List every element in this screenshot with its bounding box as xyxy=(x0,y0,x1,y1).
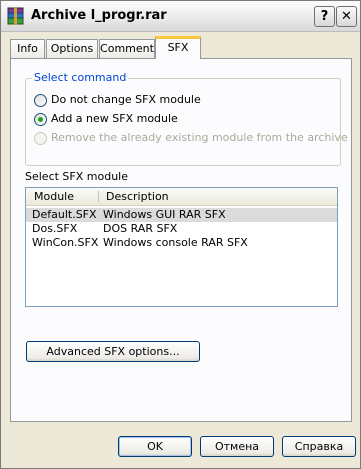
description-cell: Windows console RAR SFX xyxy=(103,236,248,249)
close-icon: ✕ xyxy=(341,9,352,24)
tab-comment[interactable]: Comment xyxy=(99,39,155,58)
tab-options[interactable]: Options xyxy=(46,39,98,58)
advanced-sfx-options-button[interactable]: Advanced SFX options... xyxy=(26,341,200,362)
select-sfx-module-label: Select SFX module xyxy=(25,170,128,183)
help-button[interactable]: Справка xyxy=(282,436,356,457)
column-header-module[interactable]: Module xyxy=(34,190,74,203)
radio-label: Do not change SFX module xyxy=(51,93,201,106)
radio-button-checked[interactable] xyxy=(34,113,47,126)
list-header: Module Description xyxy=(26,188,337,206)
tab-sfx[interactable]: SFX xyxy=(155,36,201,59)
tab-info[interactable]: Info xyxy=(10,39,45,58)
module-cell: Dos.SFX xyxy=(32,222,78,235)
window-title: Archive l_progr.rar xyxy=(31,8,167,23)
radio-button-disabled xyxy=(34,132,47,145)
ok-button[interactable]: OK xyxy=(118,436,192,457)
list-row[interactable]: Default.SFX Windows GUI RAR SFX xyxy=(26,208,337,222)
select-command-label: Select command xyxy=(32,71,129,84)
winrar-icon xyxy=(7,7,24,25)
sfx-tab-panel: Select command Do not change SFX module … xyxy=(10,58,352,422)
column-divider[interactable] xyxy=(98,191,99,202)
close-button[interactable]: ✕ xyxy=(336,6,357,27)
cancel-button[interactable]: Отмена xyxy=(200,436,274,457)
radio-label: Add a new SFX module xyxy=(51,112,178,125)
radio-button[interactable] xyxy=(34,94,47,107)
title-bar[interactable]: Archive l_progr.rar ? ✕ xyxy=(1,1,360,32)
module-cell: WinCon.SFX xyxy=(32,236,99,249)
sfx-module-list[interactable]: Module Description Default.SFX Windows G… xyxy=(25,187,338,307)
description-cell: DOS RAR SFX xyxy=(103,222,178,235)
description-cell: Windows GUI RAR SFX xyxy=(103,208,226,221)
archive-properties-dialog: Archive l_progr.rar ? ✕ Info Options Com… xyxy=(0,0,361,469)
module-cell: Default.SFX xyxy=(32,208,97,221)
list-row[interactable]: WinCon.SFX Windows console RAR SFX xyxy=(26,236,337,250)
list-row[interactable]: Dos.SFX DOS RAR SFX xyxy=(26,222,337,236)
radio-label: Remove the already existing module from … xyxy=(51,131,348,144)
select-command-group: Select command Do not change SFX module … xyxy=(25,71,348,166)
help-title-button[interactable]: ? xyxy=(314,6,335,27)
question-mark-icon: ? xyxy=(320,9,329,24)
column-header-description[interactable]: Description xyxy=(106,190,169,203)
